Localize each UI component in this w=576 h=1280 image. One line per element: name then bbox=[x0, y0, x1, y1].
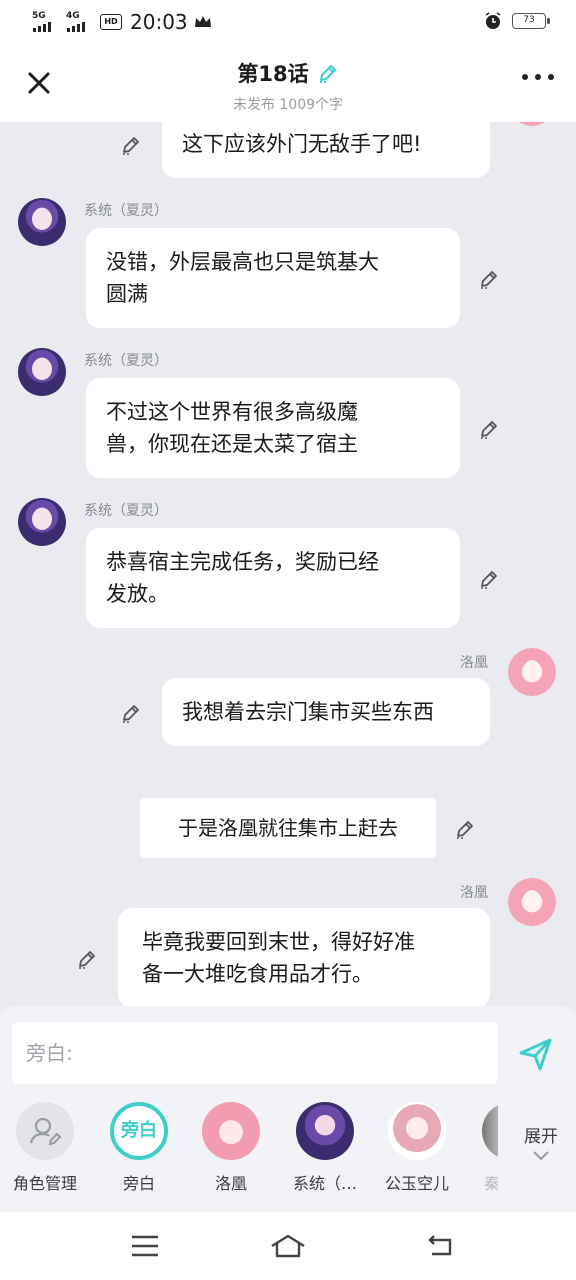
pencil-icon[interactable] bbox=[120, 702, 142, 724]
role-avatar bbox=[482, 1102, 498, 1160]
message-text: 我想着去宗门集市买些东西 bbox=[182, 700, 434, 724]
message-line: 发放。 bbox=[106, 582, 169, 606]
message-line: 毕竟我要回到末世，得好好准 bbox=[142, 930, 415, 954]
message-bubble[interactable]: 恭喜宿主完成任务，奖励已经 发放。 bbox=[86, 528, 460, 628]
pencil-icon[interactable] bbox=[478, 268, 500, 290]
status-left: 5G 4G HD 20:03 bbox=[32, 10, 212, 34]
avatar[interactable] bbox=[18, 498, 66, 546]
expand-label: 展开 bbox=[524, 1127, 558, 1147]
avatar[interactable] bbox=[508, 878, 556, 926]
message-bubble[interactable]: 没错，外层最高也只是筑基大 圆满 bbox=[86, 228, 460, 328]
message-text: 这下应该外门无敌手了吧! bbox=[182, 132, 422, 156]
role-label: 秦 bbox=[484, 1174, 498, 1193]
home-icon[interactable] bbox=[268, 1232, 308, 1260]
role-avatar bbox=[296, 1102, 354, 1160]
avatar[interactable] bbox=[508, 122, 556, 126]
message-line: 不过这个世界有很多高级魔 bbox=[106, 400, 358, 424]
composer-panel: 角色管理 旁白 旁白 洛凰 系统（… 公玉空儿 秦 展开 bbox=[0, 1006, 576, 1212]
header: 第18话 未发布 1009个字 bbox=[0, 44, 576, 122]
narration-bubble[interactable]: 于是洛凰就往集市上赶去 bbox=[140, 798, 436, 858]
pencil-icon[interactable] bbox=[478, 568, 500, 590]
speaker-name: 系统（夏灵） bbox=[84, 203, 168, 219]
pencil-icon[interactable] bbox=[478, 418, 500, 440]
word-count-status: 未发布 1009个字 bbox=[232, 97, 344, 113]
role-label: 洛凰 bbox=[214, 1174, 247, 1193]
expand-button[interactable]: 展开 bbox=[524, 1122, 558, 1167]
clock-time: 20:03 bbox=[130, 10, 188, 34]
pencil-icon[interactable] bbox=[317, 62, 339, 84]
message-bubble[interactable]: 毕竟我要回到末世，得好好准 备一大堆吃食用品才行。 bbox=[118, 908, 490, 1006]
speaker-name: 洛凰 bbox=[460, 885, 488, 901]
avatar[interactable] bbox=[18, 198, 66, 246]
role-label: 旁白 bbox=[122, 1174, 155, 1193]
back-icon[interactable] bbox=[424, 1232, 458, 1260]
chapter-title-row[interactable]: 第18话 bbox=[237, 58, 338, 88]
message-line: 备一大堆吃食用品才行。 bbox=[142, 962, 373, 986]
crown-icon bbox=[194, 16, 211, 27]
chapter-title: 第18话 bbox=[237, 62, 309, 86]
chat-area[interactable]: 这下应该外门无敌手了吧! 系统（夏灵） 没错，外层最高也只是筑基大 圆满 系统（… bbox=[0, 122, 576, 1006]
pencil-icon[interactable] bbox=[76, 948, 98, 970]
role-label: 角色管理 bbox=[12, 1174, 77, 1193]
role-label: 系统（… bbox=[292, 1174, 357, 1193]
message-line: 兽，你现在还是太菜了宿主 bbox=[106, 432, 358, 456]
hd-voice-icon: HD bbox=[100, 14, 122, 30]
role-label: 公玉空儿 bbox=[384, 1174, 449, 1193]
message-input[interactable] bbox=[12, 1022, 498, 1084]
message-bubble[interactable]: 不过这个世界有很多高级魔 兽，你现在还是太菜了宿主 bbox=[86, 378, 460, 478]
role-luohuang[interactable]: 洛凰 bbox=[188, 1102, 274, 1194]
avatar[interactable] bbox=[508, 648, 556, 696]
pencil-icon[interactable] bbox=[120, 134, 142, 156]
role-narration[interactable]: 旁白 旁白 bbox=[96, 1102, 182, 1194]
alarm-icon bbox=[485, 12, 501, 29]
pencil-icon[interactable] bbox=[454, 818, 476, 840]
title-area: 第18话 未发布 1009个字 bbox=[0, 58, 576, 114]
composer-box[interactable] bbox=[12, 1022, 498, 1084]
send-icon[interactable] bbox=[516, 1034, 556, 1074]
role-gongyu[interactable]: 公玉空儿 bbox=[374, 1102, 460, 1194]
message-line: 圆满 bbox=[106, 282, 148, 306]
role-avatar bbox=[388, 1102, 446, 1160]
role-manage-avatar bbox=[16, 1102, 74, 1160]
role-narration-avatar: 旁白 bbox=[110, 1102, 168, 1160]
role-bar: 角色管理 旁白 旁白 洛凰 系统（… 公玉空儿 秦 展开 bbox=[0, 1102, 576, 1202]
narration-text: 于是洛凰就往集市上赶去 bbox=[178, 816, 398, 840]
status-bar: 5G 4G HD 20:03 73 bbox=[0, 0, 576, 44]
signal-5g-icon: 5G bbox=[32, 11, 60, 33]
message-line: 恭喜宿主完成任务，奖励已经 bbox=[106, 550, 379, 574]
person-edit-icon bbox=[29, 1117, 62, 1146]
message-line: 没错，外层最高也只是筑基大 bbox=[106, 250, 379, 274]
signal-4g-icon: 4G bbox=[66, 11, 94, 33]
role-manage[interactable]: 角色管理 bbox=[2, 1102, 88, 1194]
more-icon[interactable] bbox=[522, 74, 554, 86]
system-nav-bar bbox=[0, 1212, 576, 1280]
role-avatar bbox=[202, 1102, 260, 1160]
chevron-down-icon bbox=[533, 1151, 549, 1161]
battery-icon: 73 bbox=[512, 13, 550, 29]
network-type-2: 4G bbox=[66, 11, 80, 21]
speaker-name: 洛凰 bbox=[460, 655, 488, 671]
status-right: 73 bbox=[484, 12, 550, 30]
speaker-name: 系统（夏灵） bbox=[84, 503, 168, 519]
speaker-name: 系统（夏灵） bbox=[84, 353, 168, 369]
message-bubble[interactable]: 我想着去宗门集市买些东西 bbox=[162, 678, 490, 746]
network-type-1: 5G bbox=[32, 11, 46, 21]
menu-icon[interactable] bbox=[128, 1232, 162, 1260]
role-qin[interactable]: 秦 bbox=[468, 1102, 498, 1194]
avatar[interactable] bbox=[18, 348, 66, 396]
role-system[interactable]: 系统（… bbox=[282, 1102, 368, 1194]
message-bubble[interactable]: 这下应该外门无敌手了吧! bbox=[162, 122, 490, 178]
